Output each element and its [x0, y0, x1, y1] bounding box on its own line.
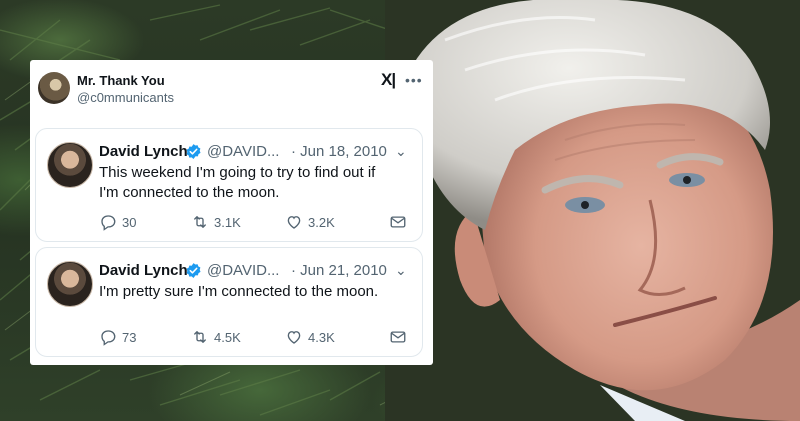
poster-avatar[interactable] — [38, 72, 70, 104]
share-button[interactable] — [389, 213, 412, 231]
reply-count: 73 — [122, 329, 137, 345]
retweet-count: 3.1K — [214, 214, 241, 230]
heart-icon — [287, 216, 301, 229]
man-portrait-photo — [385, 0, 800, 421]
reply-count: 30 — [122, 214, 137, 230]
tweet-date[interactable]: · Jun 21, 2010 — [291, 262, 387, 279]
like-count: 4.3K — [308, 329, 335, 345]
tweet-actions: 30 3.1K 3.2K — [99, 213, 417, 233]
retweet-count: 4.5K — [214, 329, 241, 345]
envelope-icon — [390, 331, 406, 343]
chevron-down-icon[interactable]: ⌄ — [395, 143, 407, 160]
heart-icon — [287, 331, 301, 344]
retweet-button[interactable]: 3.1K — [191, 213, 241, 231]
avatar[interactable] — [47, 142, 93, 188]
tweet-date[interactable]: · Jun 18, 2010 — [291, 143, 387, 160]
tweet-text: This weekend I'm going to try to find ou… — [99, 164, 376, 201]
avatar[interactable] — [47, 261, 93, 307]
poster-handle[interactable]: @c0mmunicants — [77, 90, 174, 105]
x-logo-icon: X| — [381, 70, 396, 89]
tweet-author-name[interactable]: David Lynch — [99, 143, 188, 160]
reply-button[interactable]: 30 — [99, 213, 136, 231]
more-horizontal-icon[interactable]: ••• — [405, 72, 423, 88]
quoted-tweet[interactable]: David Lynch @DAVID... · Jun 18, 2010 ⌄ T… — [35, 128, 423, 242]
verified-badge-icon — [186, 144, 201, 159]
chevron-down-icon[interactable]: ⌄ — [395, 262, 407, 279]
envelope-icon — [390, 216, 406, 228]
reply-icon — [101, 215, 116, 231]
reply-button[interactable]: 73 — [99, 328, 136, 346]
tweet-author-handle[interactable]: @DAVID... — [207, 143, 279, 160]
quoted-tweet[interactable]: David Lynch @DAVID... · Jun 21, 2010 ⌄ I… — [35, 247, 423, 357]
poster-name[interactable]: Mr. Thank You — [77, 73, 165, 88]
share-button[interactable] — [389, 328, 412, 346]
tweet-author-name[interactable]: David Lynch — [99, 262, 188, 279]
like-button[interactable]: 3.2K — [285, 213, 335, 231]
retweet-icon — [194, 331, 206, 343]
post-header: Mr. Thank You @c0mmunicants X| ••• — [30, 60, 433, 118]
tweet-screenshot-card: Mr. Thank You @c0mmunicants X| ••• David… — [30, 60, 433, 365]
tweet-actions: 73 4.5K 4.3K — [99, 328, 417, 348]
like-button[interactable]: 4.3K — [285, 328, 335, 346]
like-count: 3.2K — [308, 214, 335, 230]
tweet-text: I'm pretty sure I'm connected to the moo… — [99, 283, 379, 300]
reply-icon — [101, 330, 116, 346]
tweet-author-handle[interactable]: @DAVID... — [207, 262, 279, 279]
retweet-icon — [194, 216, 206, 228]
verified-badge-icon — [186, 263, 201, 278]
retweet-button[interactable]: 4.5K — [191, 328, 241, 346]
